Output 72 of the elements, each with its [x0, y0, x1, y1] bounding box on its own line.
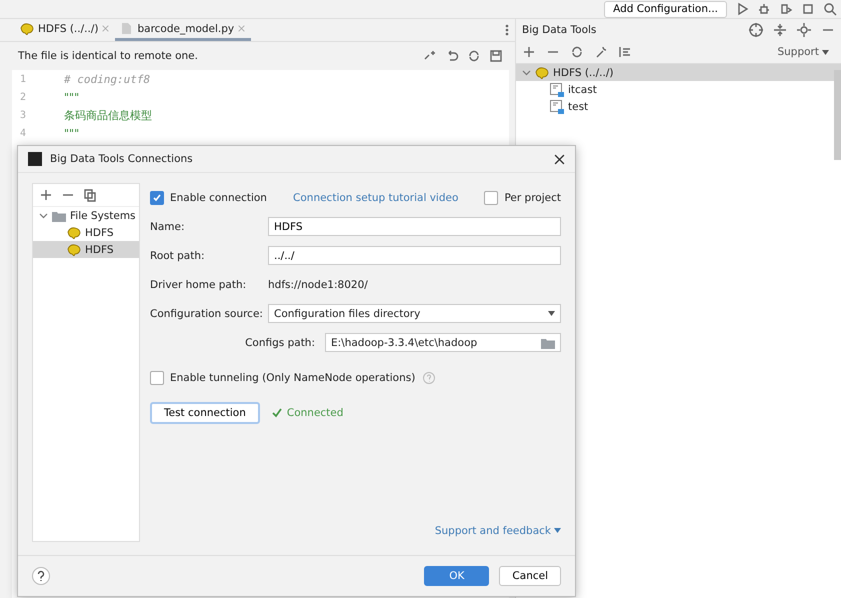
more-icon[interactable] [505, 24, 509, 36]
tunneling-checkbox[interactable]: Enable tunneling (Only NameNode operations) [150, 370, 416, 384]
stop-icon[interactable] [801, 2, 815, 16]
caret-icon [822, 50, 829, 54]
code-line: """ [64, 126, 80, 140]
dropdown-arrow-icon [548, 311, 555, 316]
field-label: Configs path: [244, 336, 316, 348]
editor-tab[interactable]: barcode_model.py [115, 19, 252, 41]
checkbox[interactable] [150, 190, 164, 204]
code-line: """ [64, 90, 80, 104]
root-path-field[interactable]: ../../ [268, 246, 561, 265]
tree-item[interactable]: HDFS [33, 224, 139, 241]
code-line: 条码商品信息模型 [64, 108, 152, 122]
add-icon[interactable] [522, 45, 536, 59]
editor-tab[interactable]: HDFS (../../) [14, 19, 116, 41]
code-line: # coding:utf8 [64, 72, 150, 86]
dialog-title: Big Data Tools Connections [50, 153, 193, 165]
directory-icon [550, 100, 564, 114]
coverage-icon[interactable] [779, 2, 793, 16]
ok-button[interactable]: OK [424, 566, 490, 586]
enable-connection-checkbox[interactable]: Enable connection [150, 190, 267, 204]
cancel-button[interactable]: Cancel [499, 566, 561, 586]
file-icon [121, 22, 134, 35]
sync-icon[interactable] [467, 49, 481, 63]
configuration-source-dropdown[interactable]: Configuration files directory [268, 304, 561, 323]
test-connection-button[interactable]: Test connection [150, 402, 260, 424]
tree-item[interactable]: File Systems [33, 207, 139, 224]
target-icon[interactable] [749, 23, 763, 37]
folder-item[interactable]: itcast [550, 82, 597, 96]
panel-title: Big Data Tools [522, 24, 596, 36]
caret-icon [554, 528, 561, 533]
field-label: Driver home path: [150, 278, 248, 290]
tutorial-link[interactable]: Connection setup tutorial video [293, 192, 458, 204]
line-number: 4 [19, 128, 28, 138]
copy-icon[interactable] [83, 188, 97, 202]
collapse-icon[interactable] [773, 23, 787, 37]
checkbox[interactable] [150, 370, 164, 384]
app-logo-icon [28, 152, 42, 166]
add-configuration-button[interactable]: Add Configuration... [604, 0, 727, 18]
folder-icon [541, 336, 555, 348]
directory-icon [550, 82, 564, 96]
name-field[interactable]: HDFS [268, 217, 561, 236]
checkmark-icon [272, 408, 282, 418]
refresh-icon[interactable] [570, 45, 584, 59]
tree-item[interactable]: HDFS (../../) [516, 64, 841, 81]
folder-item[interactable]: test [550, 100, 588, 114]
driver-home-path: hdfs://node1:8020/ [268, 278, 368, 290]
notice-text: The file is identical to remote one. [18, 50, 198, 62]
connection-status: Connected [272, 406, 344, 418]
add-icon[interactable] [39, 188, 53, 202]
save-icon[interactable] [489, 49, 503, 63]
support-feedback-link[interactable]: Support and feedback [434, 524, 561, 536]
field-label: Name: [150, 220, 186, 232]
folder-icon [52, 210, 66, 222]
tree-item[interactable]: HDFS [33, 241, 139, 258]
list-icon[interactable] [618, 45, 632, 59]
bug-icon[interactable] [757, 2, 771, 16]
chevron-icon[interactable] [39, 211, 48, 220]
field-label: Configuration source: [150, 308, 264, 320]
checkbox[interactable] [484, 190, 498, 204]
line-number: 3 [19, 110, 28, 120]
support-dropdown[interactable]: Support [771, 45, 835, 59]
help-button[interactable] [32, 567, 50, 585]
field-label: Root path: [150, 250, 206, 262]
line-number: 2 [19, 92, 28, 102]
per-project-checkbox[interactable]: Per project [484, 190, 561, 204]
close-icon[interactable] [554, 154, 565, 164]
search-icon[interactable] [823, 2, 837, 16]
chevron-icon[interactable] [522, 68, 531, 77]
checkmark-icon [152, 192, 162, 202]
configs-path-field[interactable]: E:\hadoop-3.3.4\etc\hadoop [325, 333, 561, 352]
line-number: 1 [19, 74, 28, 84]
